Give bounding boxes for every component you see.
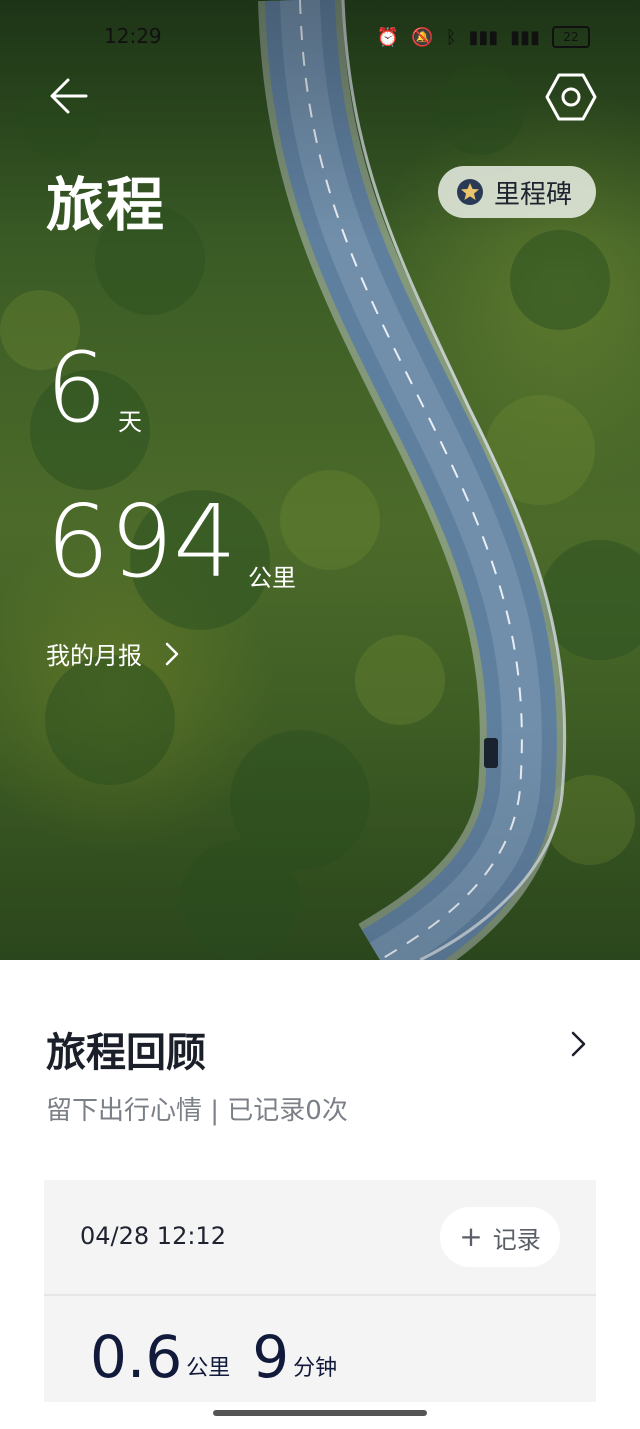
monthly-report-link[interactable]: 我的月报 xyxy=(46,636,180,671)
record-button[interactable]: + 记录 xyxy=(440,1207,560,1267)
trip-stats: 0.6 公里 9 分钟 xyxy=(90,1328,359,1386)
mute-icon: 🔕 xyxy=(411,26,434,48)
days-unit: 天 xyxy=(118,408,142,436)
status-icons: ⏰ 🔕 ᛒ ▮▮▮ ▮▮▮ 22 xyxy=(377,26,590,48)
record-label: 记录 xyxy=(492,1225,541,1254)
distance-unit: 公里 xyxy=(248,564,296,592)
trip-duration-unit: 分钟 xyxy=(293,1356,338,1381)
trip-datetime: 04/28 12:12 xyxy=(80,1222,226,1250)
trip-distance-unit: 公里 xyxy=(186,1356,231,1381)
trip-duration-value: 9 xyxy=(252,1323,290,1391)
review-title: 旅程回顾 xyxy=(46,1030,206,1076)
hero-overlay xyxy=(0,0,640,960)
plus-icon: + xyxy=(459,1220,483,1253)
settings-button[interactable] xyxy=(545,72,597,122)
distance-value: 694 xyxy=(46,483,237,600)
chevron-right-icon xyxy=(571,1031,586,1057)
milestone-button[interactable]: 里程碑 xyxy=(438,166,596,218)
days-value: 6 xyxy=(46,332,108,444)
signal-icon: ▮▮▮ xyxy=(510,26,540,48)
home-indicator[interactable] xyxy=(213,1410,427,1416)
back-button[interactable] xyxy=(48,74,92,118)
arrow-left-icon xyxy=(50,78,88,114)
chevron-right-icon xyxy=(165,642,179,665)
star-badge-icon xyxy=(456,178,484,206)
trip-review-section: 旅程回顾 留下出行心情 | 已记录0次 04/28 12:12 + 记录 0.6… xyxy=(0,960,640,1429)
card-divider xyxy=(44,1294,596,1296)
review-more-button[interactable] xyxy=(570,1030,588,1058)
trip-card[interactable]: 04/28 12:12 + 记录 0.6 公里 9 分钟 xyxy=(44,1180,596,1402)
status-time: 12:29 xyxy=(104,24,162,48)
review-subtitle: 留下出行心情 | 已记录0次 xyxy=(46,1096,348,1126)
bluetooth-icon: ᛒ xyxy=(445,26,457,48)
hexagon-settings-icon xyxy=(545,73,597,121)
page-title: 旅程 xyxy=(46,171,167,239)
days-stat: 6 天 xyxy=(46,332,142,444)
distance-stat: 694 公里 xyxy=(46,483,296,600)
monthly-report-label: 我的月报 xyxy=(46,642,142,670)
hero-banner xyxy=(0,0,640,960)
trip-distance-value: 0.6 xyxy=(90,1323,183,1391)
signal-icon: ▮▮▮ xyxy=(468,26,499,48)
battery-icon: 22 xyxy=(552,26,590,48)
alarm-icon: ⏰ xyxy=(376,26,400,48)
milestone-label: 里程碑 xyxy=(494,179,573,210)
status-bar: 12:29 ⏰ 🔕 ᛒ ▮▮▮ ▮▮▮ 22 xyxy=(0,20,640,56)
